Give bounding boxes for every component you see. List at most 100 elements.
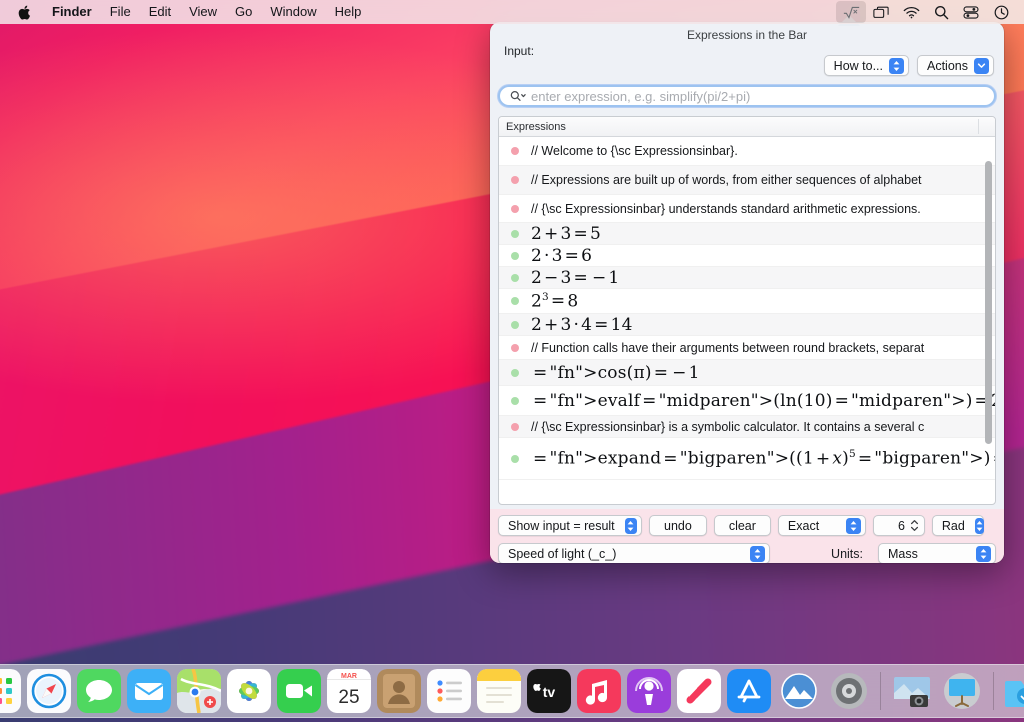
dock-item-safari[interactable] bbox=[27, 669, 71, 713]
angle-mode-select[interactable]: Rad bbox=[931, 515, 984, 536]
apple-logo-icon[interactable] bbox=[8, 5, 43, 20]
dock-item-news[interactable] bbox=[677, 669, 721, 713]
constant-select[interactable]: Speed of light (_c_) bbox=[498, 543, 770, 563]
expression-rows: // Welcome to {\sc Expressionsinbar}. // … bbox=[499, 137, 995, 480]
menu-item-view[interactable]: View bbox=[180, 0, 226, 24]
units-label: Units: bbox=[831, 546, 863, 561]
dock-item-appletv[interactable]: tv bbox=[527, 669, 571, 713]
table-column-header[interactable]: Expressions bbox=[499, 117, 995, 137]
dock-item-mail[interactable] bbox=[127, 669, 171, 713]
menu-item-go[interactable]: Go bbox=[226, 0, 261, 24]
precision-mode-value: Exact bbox=[787, 518, 820, 533]
table-row[interactable]: 23 = 8 bbox=[499, 289, 995, 314]
chevron-up-down-icon bbox=[750, 545, 765, 562]
display-mode-select[interactable]: Show input = result bbox=[498, 515, 642, 536]
expressions-table: Expressions // Welcome to {\sc Expressio… bbox=[498, 116, 996, 505]
digits-stepper[interactable]: 6 bbox=[872, 515, 925, 536]
clear-label: clear bbox=[728, 518, 756, 533]
table-row[interactable]: = "fn">cos(π) = −1 bbox=[499, 360, 995, 386]
status-dot-active-icon bbox=[511, 454, 519, 463]
menu-item-window[interactable]: Window bbox=[261, 0, 325, 24]
actions-label: Actions bbox=[927, 58, 968, 73]
expression-comment: // {\sc Expressionsinbar} is a symbolic … bbox=[531, 419, 925, 434]
dock-item-appstore[interactable] bbox=[727, 669, 771, 713]
table-row[interactable]: // {\sc Expressionsinbar} is a symbolic … bbox=[499, 416, 995, 438]
menu-item-file[interactable]: File bbox=[101, 0, 140, 24]
undo-button[interactable]: undo bbox=[649, 515, 707, 536]
dock-item-photos[interactable] bbox=[227, 669, 271, 713]
spotlight-search-icon[interactable] bbox=[926, 1, 956, 23]
dock-item-system-preferences[interactable] bbox=[827, 669, 871, 713]
dock-item-image-capture[interactable] bbox=[890, 669, 934, 713]
stepper-up-down-icon[interactable] bbox=[909, 519, 921, 532]
dock-item-messages[interactable] bbox=[77, 669, 121, 713]
status-dot-active-icon bbox=[511, 320, 519, 329]
status-dot-comment-icon bbox=[511, 422, 519, 431]
clock-icon[interactable] bbox=[986, 1, 1016, 23]
footer-row-1: Show input = result undo clear Exact 6 R… bbox=[498, 515, 996, 536]
column-header-expressions: Expressions bbox=[506, 120, 566, 133]
units-select[interactable]: Mass bbox=[878, 543, 996, 563]
status-dot-comment-icon bbox=[511, 343, 519, 352]
status-dot-comment-icon bbox=[511, 176, 519, 184]
desktop-screen: Finder File Edit View Go Window Help Exp… bbox=[0, 0, 1024, 722]
vertical-scrollbar[interactable] bbox=[984, 139, 993, 502]
table-row[interactable]: 2 · 3 = 6 bbox=[499, 245, 995, 267]
menu-bar: Finder File Edit View Go Window Help bbox=[0, 0, 1024, 24]
status-dot-active-icon bbox=[511, 396, 519, 405]
clear-button[interactable]: clear bbox=[713, 515, 771, 536]
table-row[interactable]: // Function calls have their arguments b… bbox=[499, 336, 995, 360]
dock-item-preview-mountain[interactable] bbox=[777, 669, 821, 713]
dock-item-launchpad[interactable] bbox=[0, 669, 21, 713]
menu-item-edit[interactable]: Edit bbox=[140, 0, 180, 24]
dock-item-keynote[interactable] bbox=[940, 669, 984, 713]
magnifier-with-chevron-icon[interactable] bbox=[510, 90, 527, 102]
wifi-icon[interactable] bbox=[896, 1, 926, 23]
display-mode-value: Show input = result bbox=[508, 518, 615, 533]
table-body: // Welcome to {\sc Expressionsinbar}. // … bbox=[499, 137, 995, 504]
footer-row-2: Speed of light (_c_) Units: Mass bbox=[498, 543, 996, 563]
dock-item-contacts[interactable] bbox=[377, 669, 421, 713]
table-row[interactable]: = "fn">expand = "bigparen">((1 + x)5 = "bigpare… bbox=[499, 438, 995, 480]
popover-header: Expressions in the Bar Input: How to... … bbox=[490, 22, 1004, 76]
dock-item-maps[interactable] bbox=[177, 669, 221, 713]
dock-item-podcasts[interactable] bbox=[627, 669, 671, 713]
precision-mode-select[interactable]: Exact bbox=[777, 515, 866, 536]
dock-item-calendar[interactable]: MAR 25 bbox=[327, 669, 371, 713]
menu-item-finder[interactable]: Finder bbox=[43, 0, 101, 24]
scrollbar-thumb[interactable] bbox=[985, 161, 992, 444]
table-row[interactable]: // Welcome to {\sc Expressionsinbar}. bbox=[499, 137, 995, 166]
dock-item-downloads-folder[interactable] bbox=[1003, 669, 1024, 713]
expression-search-field[interactable] bbox=[498, 85, 996, 107]
square-root-app-icon[interactable] bbox=[836, 1, 866, 23]
mission-control-icon[interactable] bbox=[866, 1, 896, 23]
table-row[interactable]: 2−3 = −1 bbox=[499, 267, 995, 289]
menu-item-help[interactable]: Help bbox=[326, 0, 371, 24]
table-row[interactable]: // Expressions are built up of words, fr… bbox=[499, 166, 995, 195]
input-label: Input: bbox=[504, 44, 535, 58]
search-input[interactable] bbox=[531, 88, 984, 104]
expression-result: 2−3 = −1 bbox=[531, 267, 620, 288]
status-dot-active-icon bbox=[511, 368, 519, 377]
dock-item-facetime[interactable] bbox=[277, 669, 321, 713]
expression-result: = "fn">evalf = "midparen">(ln(10) = "midparen… bbox=[533, 390, 995, 411]
table-row[interactable]: // {\sc Expressionsinbar} understands st… bbox=[499, 195, 995, 223]
dock-item-reminders[interactable] bbox=[427, 669, 471, 713]
actions-button[interactable]: Actions bbox=[917, 55, 994, 76]
expression-comment: // Expressions are built up of words, fr… bbox=[531, 173, 922, 187]
header-buttons: How to... Actions bbox=[823, 55, 994, 76]
table-row[interactable]: 2 +3 = 5 bbox=[499, 223, 995, 245]
control-center-icon[interactable] bbox=[956, 1, 986, 23]
dock-item-music[interactable] bbox=[577, 669, 621, 713]
input-search-row bbox=[498, 85, 996, 107]
table-row[interactable]: = "fn">evalf = "midparen">(ln(10) = "midparen… bbox=[499, 386, 995, 416]
status-dot-active-icon bbox=[511, 297, 519, 305]
dock-item-notes[interactable] bbox=[477, 669, 521, 713]
chevron-down-icon bbox=[974, 57, 989, 74]
expression-result: 2 +3 = 5 bbox=[531, 223, 601, 244]
expression-comment: // Function calls have their arguments b… bbox=[531, 340, 925, 355]
how-to-button[interactable]: How to... bbox=[823, 55, 909, 76]
table-row[interactable]: 2 +3 · 4 = 14 bbox=[499, 314, 995, 336]
expression-comment: // Welcome to {\sc Expressionsinbar}. bbox=[531, 144, 738, 158]
expressionsinbar-popover: Expressions in the Bar Input: How to... … bbox=[490, 22, 1004, 563]
